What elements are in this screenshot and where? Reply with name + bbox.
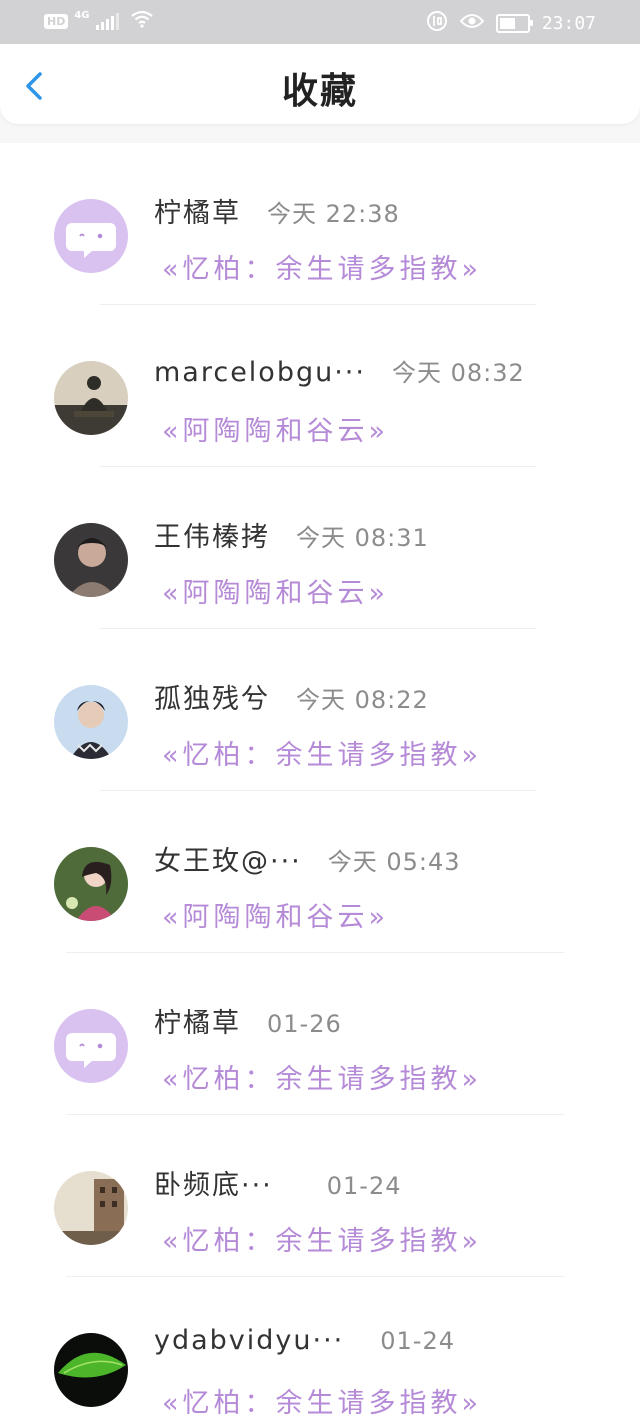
avatar (54, 1171, 128, 1245)
app-header: 收藏 (0, 44, 640, 124)
user-name: 柠橘草 (154, 1008, 241, 1039)
user-name: 孤独残兮 (154, 684, 270, 715)
favorite-item[interactable]: 卧频底··· 01-24 «忆柏：余生请多指教» (0, 1115, 640, 1277)
favorite-item[interactable]: 柠橘草 01-26 «忆柏：余生请多指教» (0, 953, 640, 1115)
user-name: 卧频底··· (154, 1170, 273, 1201)
status-bar: HD 4G 23:07 (0, 0, 640, 44)
wifi-icon (130, 10, 153, 32)
user-name: 女王玫@··· (154, 846, 302, 877)
chat-bubble-icon (66, 1033, 116, 1068)
post-title: «忆柏：余生请多指教» (162, 740, 483, 771)
avatar (54, 1333, 128, 1407)
post-title: «阿陶陶和谷云» (162, 416, 390, 447)
page-title: 收藏 (281, 71, 358, 112)
post-title: «忆柏：余生请多指教» (162, 1064, 483, 1095)
timestamp: 今天 22:38 (267, 200, 400, 228)
timestamp: 今天 08:22 (296, 686, 429, 714)
favorite-item[interactable]: 柠橘草 今天 22:38 «忆柏：余生请多指教» (0, 143, 640, 305)
street-photo-icon (54, 1171, 128, 1245)
user-name: ydabvidyu··· (154, 1325, 345, 1356)
user-name: marcelobgu··· (154, 357, 366, 388)
post-title: «阿陶陶和谷云» (162, 578, 390, 609)
eye-icon (459, 13, 485, 33)
post-title: «忆柏：余生请多指教» (162, 1388, 483, 1419)
avatar (54, 199, 128, 273)
leaf-photo-icon (54, 1333, 128, 1407)
user-name: 王伟榛拷 (154, 522, 270, 553)
battery-icon (495, 13, 533, 33)
status-left: HD 4G (44, 10, 153, 32)
status-right: 23:07 (426, 10, 596, 36)
buddha-photo-icon (54, 361, 128, 435)
avatar (54, 1009, 128, 1083)
timestamp: 01-26 (267, 1010, 342, 1038)
favorite-item[interactable]: 王伟榛拷 今天 08:31 «阿陶陶和谷云» (0, 467, 640, 629)
hd-badge: HD (44, 13, 69, 29)
avatar (54, 361, 128, 435)
favorite-item[interactable]: marcelobgu··· 今天 08:32 «阿陶陶和谷云» (0, 305, 640, 467)
favorite-item[interactable]: 女王玫@··· 今天 05:43 «阿陶陶和谷云» (0, 791, 640, 953)
network-type: 4G (74, 9, 90, 21)
user-name: 柠橘草 (154, 198, 241, 229)
timestamp: 01-24 (326, 1172, 402, 1200)
avatar (54, 523, 128, 597)
timestamp: 01-24 (380, 1327, 456, 1355)
avatar (54, 685, 128, 759)
avatar (54, 847, 128, 921)
timestamp: 今天 05:43 (327, 848, 461, 876)
post-title: «阿陶陶和谷云» (162, 902, 390, 933)
favorite-item[interactable]: ydabvidyu··· 01-24 «忆柏：余生请多指教» (0, 1277, 640, 1422)
signal-icon (95, 12, 119, 30)
clock: 23:07 (541, 12, 596, 34)
timestamp: 今天 08:31 (296, 524, 429, 552)
person-photo-icon (54, 523, 128, 597)
timestamp: 今天 08:32 (391, 359, 525, 387)
data-saver-icon (426, 10, 448, 36)
person-photo-icon (54, 685, 128, 759)
post-title: «忆柏：余生请多指教» (162, 254, 483, 285)
favorite-item[interactable]: 孤独残兮 今天 08:22 «忆柏：余生请多指教» (0, 629, 640, 791)
favorites-list: 柠橘草 今天 22:38 «忆柏：余生请多指教» marcelobgu··· 今… (0, 143, 640, 1422)
post-title: «忆柏：余生请多指教» (162, 1226, 483, 1257)
person-photo-icon (54, 847, 128, 921)
chat-bubble-icon (66, 223, 116, 258)
